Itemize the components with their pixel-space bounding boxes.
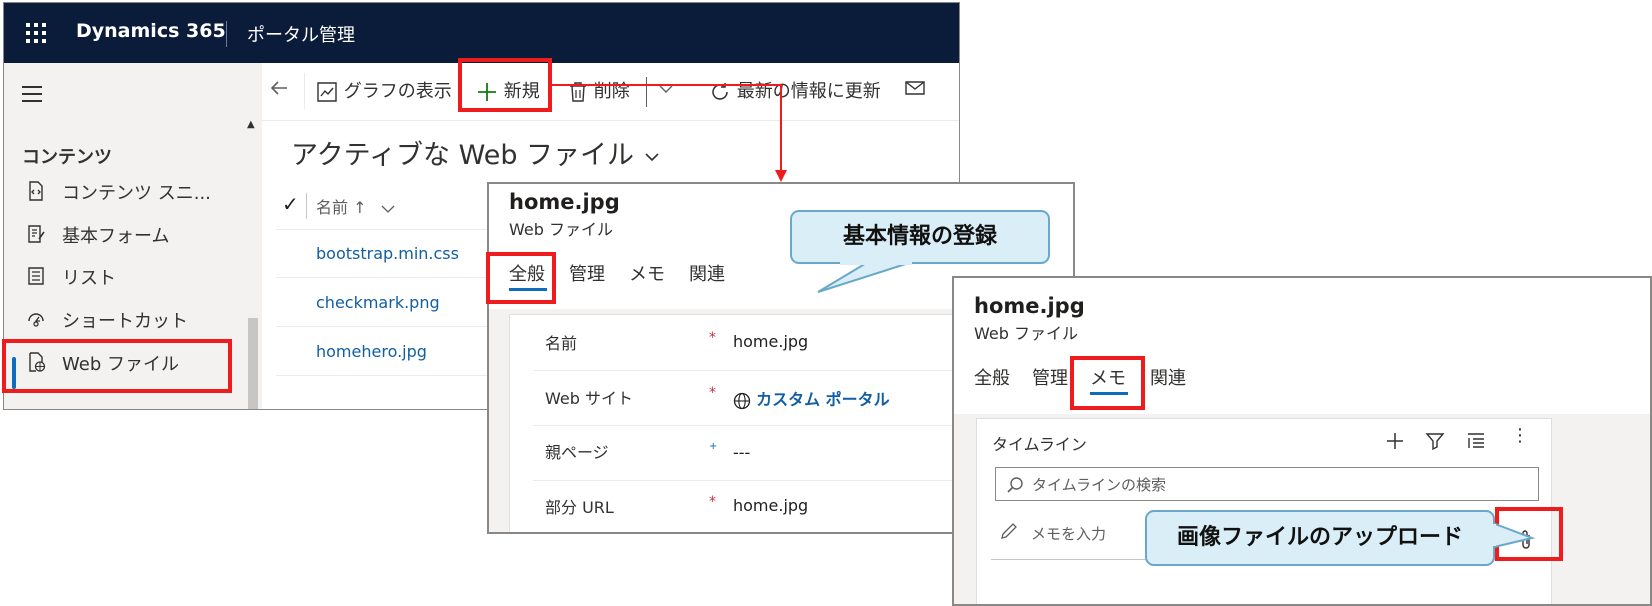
callout-upload: 画像ファイルのアップロード	[1145, 510, 1495, 566]
callout-pointer-join	[1486, 524, 1496, 546]
